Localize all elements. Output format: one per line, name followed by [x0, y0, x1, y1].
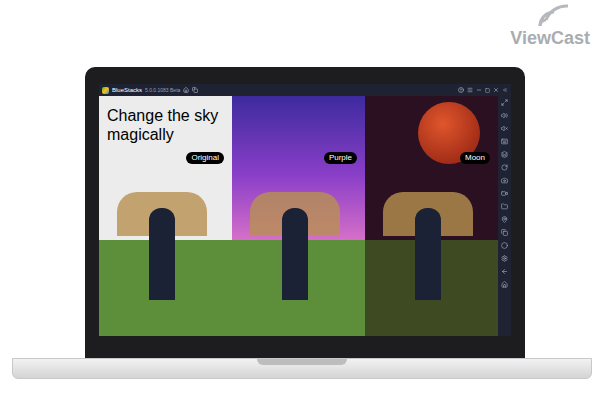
bluestacks-logo-icon — [102, 87, 109, 94]
maximize-icon[interactable] — [485, 88, 490, 93]
person-shape — [415, 208, 441, 300]
panel-badge: Purple — [324, 152, 357, 164]
record-icon[interactable] — [501, 190, 508, 197]
laptop-base — [12, 358, 592, 379]
page: ViewCastBlueStacks5.0.0.1083 BetaChange … — [0, 0, 602, 414]
minimize-icon[interactable] — [476, 87, 482, 93]
location-icon[interactable] — [501, 216, 508, 223]
multi-instance-icon[interactable] — [192, 87, 198, 93]
keyboard-icon[interactable] — [501, 138, 508, 145]
sky-panel: Purple — [232, 96, 365, 336]
folder-icon[interactable] — [501, 203, 508, 210]
grass-area — [365, 240, 498, 336]
side-toolbar — [498, 96, 511, 336]
sky-panel: Change the skymagically Original — [99, 96, 232, 336]
panel-badge: Moon — [460, 152, 490, 164]
layers-icon[interactable] — [501, 151, 508, 158]
back-icon[interactable] — [501, 268, 508, 275]
window-version: 5.0.0.1083 Beta — [145, 86, 180, 94]
laptop-bezel: BlueStacks5.0.0.1083 BetaChange the skym… — [85, 67, 525, 358]
home-icon[interactable] — [501, 281, 508, 288]
promo-title: Change the skymagically — [107, 106, 218, 144]
window-title: BlueStacks — [112, 86, 142, 94]
settings-icon[interactable] — [501, 255, 508, 262]
grass-area — [232, 240, 365, 336]
grass-area — [99, 240, 232, 336]
rotate-icon[interactable] — [501, 164, 508, 171]
collapse-icon[interactable] — [502, 87, 508, 93]
volume-down-icon[interactable] — [501, 125, 508, 132]
close-icon[interactable] — [493, 87, 499, 93]
content-row: Change the skymagically Original Purple Moo… — [99, 96, 511, 336]
menu-icon[interactable] — [467, 87, 473, 93]
volume-up-icon[interactable] — [501, 112, 508, 119]
camera-icon[interactable] — [501, 177, 508, 184]
promo-title-line: Change the sky — [107, 106, 218, 125]
fullscreen-icon[interactable] — [501, 99, 508, 106]
instances-icon[interactable] — [501, 229, 508, 236]
person-shape — [282, 208, 308, 300]
sky-panel: Moon — [365, 96, 498, 336]
signal-icon — [536, 4, 576, 28]
screen: BlueStacks5.0.0.1083 BetaChange the skym… — [99, 84, 511, 336]
help-icon[interactable] — [458, 87, 464, 93]
person-shape — [149, 208, 175, 300]
base-notch — [257, 359, 347, 365]
home-icon[interactable] — [183, 87, 189, 93]
logo-text: ViewCast — [510, 28, 590, 48]
viewcast-logo: ViewCast — [510, 4, 590, 48]
panel-badge: Original — [186, 152, 224, 164]
macro-icon[interactable] — [501, 242, 508, 249]
promo-title-line: magically — [107, 125, 218, 144]
title-bar: BlueStacks5.0.0.1083 Beta — [99, 84, 511, 96]
laptop: BlueStacks5.0.0.1083 BetaChange the skym… — [0, 0, 602, 379]
